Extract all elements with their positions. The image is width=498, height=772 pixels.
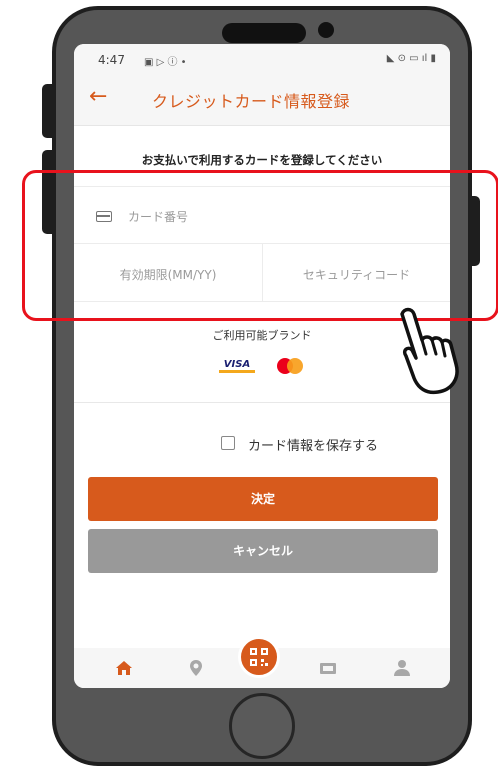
- highlight-annotation-box: [22, 170, 498, 321]
- user-icon[interactable]: [392, 658, 412, 678]
- phone-camera: [318, 22, 334, 38]
- mastercard-yellow-circle: [287, 358, 303, 374]
- mastercard-logo: [277, 358, 305, 374]
- app-bar: ← クレジットカード情報登録: [74, 70, 450, 126]
- qr-code-glyph: [250, 648, 268, 666]
- page-title: クレジットカード情報登録: [152, 92, 351, 111]
- cancel-button[interactable]: キャンセル: [88, 529, 438, 573]
- ticket-icon[interactable]: [318, 658, 338, 678]
- status-time: 4:47: [98, 53, 125, 67]
- back-arrow-icon[interactable]: ←: [89, 84, 107, 109]
- status-bar: 4:47 ▣ ▷ ⓘ • ◣ ⊙ ▭ ıl ▮: [74, 44, 450, 70]
- save-card-label[interactable]: カード情報を保存する: [248, 435, 378, 454]
- pointing-hand-icon: [400, 307, 459, 395]
- status-system-icons: ◣ ⊙ ▭ ıl ▮: [386, 53, 436, 64]
- phone-illustration: 4:47 ▣ ▷ ⓘ • ◣ ⊙ ▭ ıl ▮ ← クレジットカード情報登録 お…: [0, 0, 498, 772]
- save-card-checkbox[interactable]: [221, 436, 235, 450]
- section-divider: [74, 402, 450, 403]
- home-icon[interactable]: [114, 658, 134, 678]
- phone-speaker: [222, 23, 306, 43]
- form-instruction: お支払いで利用するカードを登録してください: [141, 153, 383, 167]
- submit-button[interactable]: 決定: [88, 477, 438, 521]
- map-pin-icon[interactable]: [186, 658, 206, 678]
- status-notification-icons: ▣ ▷ ⓘ •: [144, 57, 187, 68]
- visa-logo: VISA: [219, 358, 255, 373]
- phone-home-button: [229, 693, 295, 759]
- qr-code-icon[interactable]: [238, 636, 280, 678]
